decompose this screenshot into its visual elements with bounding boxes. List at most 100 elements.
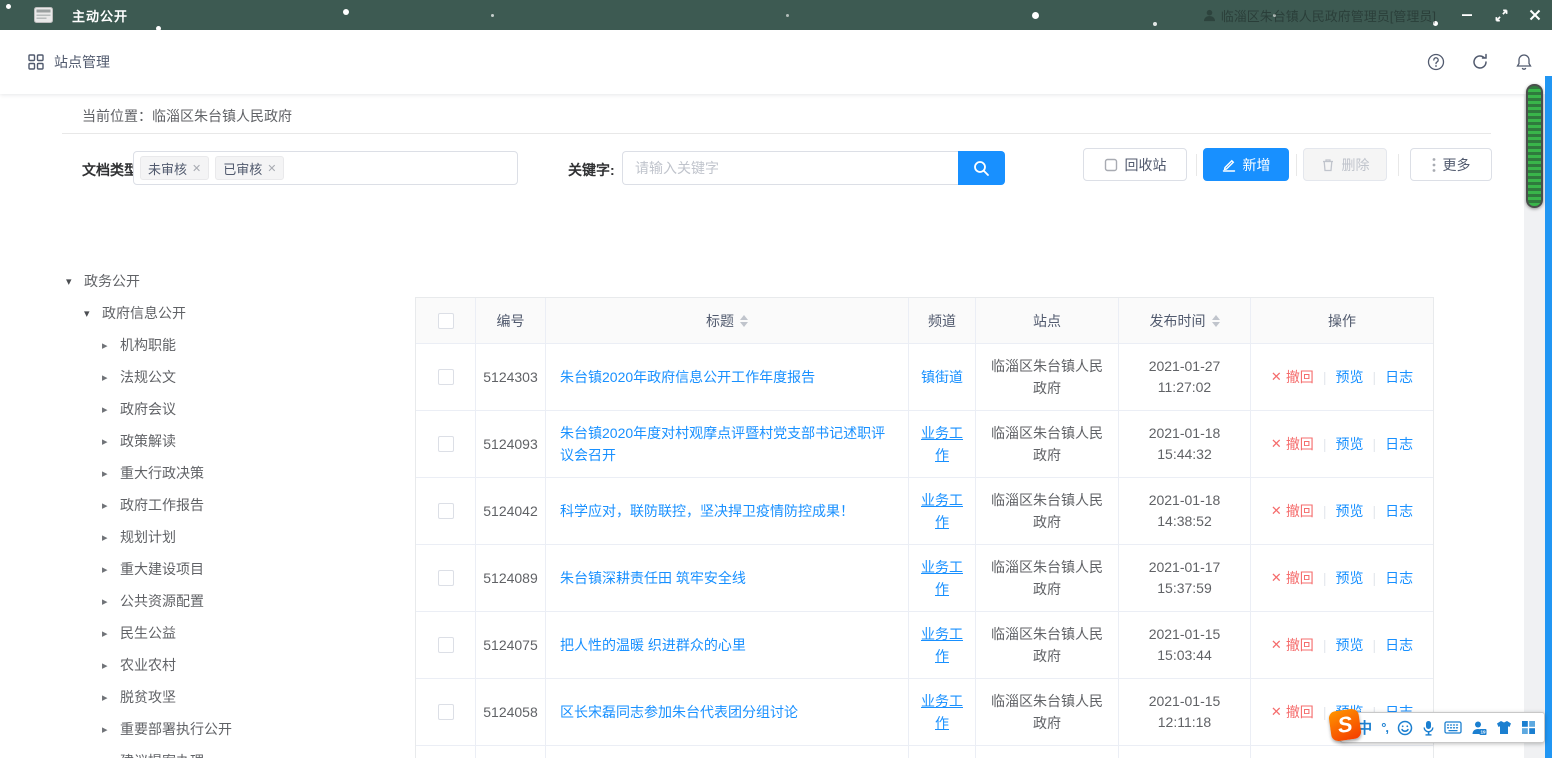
row-checkbox[interactable] — [438, 570, 454, 586]
doc-title-link[interactable]: 朱台镇2020年度对村观摩点评暨村党支部书记述职评议会召开 — [560, 422, 898, 466]
preview-link[interactable]: 预览 — [1335, 567, 1363, 589]
tree-expand-arrow-icon[interactable]: ▸ — [102, 499, 118, 512]
row-checkbox[interactable] — [438, 503, 454, 519]
sort-title-icon[interactable] — [740, 315, 748, 327]
ime-voice-icon[interactable] — [1422, 720, 1435, 736]
row-checkbox[interactable] — [438, 637, 454, 653]
tree-item[interactable]: ▸ 政府会议 — [60, 393, 410, 425]
tree-item[interactable]: ▸ 规划计划 — [60, 521, 410, 553]
delete-label: 删除 — [1342, 155, 1370, 175]
row-checkbox[interactable] — [438, 436, 454, 452]
log-link[interactable]: 日志 — [1385, 634, 1413, 656]
preview-link[interactable]: 预览 — [1335, 500, 1363, 522]
delete-button[interactable]: 删除 — [1303, 148, 1387, 181]
doc-channel-link[interactable]: 业务工作 — [919, 556, 965, 600]
preview-link[interactable]: 预览 — [1335, 634, 1363, 656]
minimize-button[interactable] — [1450, 0, 1484, 30]
log-link[interactable]: 日志 — [1385, 500, 1413, 522]
search-button[interactable] — [958, 151, 1005, 185]
tree-item[interactable]: ▸ 民生公益 — [60, 617, 410, 649]
tree-expand-arrow-icon[interactable]: ▸ — [102, 659, 118, 672]
tree-expand-arrow-icon[interactable]: ▾ — [84, 307, 100, 320]
sort-publish-time-icon[interactable] — [1212, 315, 1220, 327]
log-link[interactable]: 日志 — [1385, 433, 1413, 455]
doc-title-link[interactable]: 朱台镇2020年政府信息公开工作年度报告 — [560, 366, 815, 388]
remove-tag-icon[interactable]: ✕ — [192, 162, 201, 175]
tree-expand-arrow-icon[interactable]: ▸ — [102, 755, 118, 758]
ime-keyboard-icon[interactable] — [1444, 721, 1462, 734]
tree-item[interactable]: ▸ 政府工作报告 — [60, 489, 410, 521]
doc-type-multiselect[interactable]: 未审核 ✕ 已审核 ✕ — [133, 151, 518, 185]
row-checkbox[interactable] — [438, 369, 454, 385]
preview-link[interactable]: 预览 — [1335, 433, 1363, 455]
withdraw-button[interactable]: ✕ 撤回 — [1271, 500, 1314, 522]
doc-title-link[interactable]: 科学应对，联防联控，坚决捍卫疫情防控成果！ — [560, 500, 854, 522]
logged-in-user: 临淄区朱台镇人民政府管理员[管理员] — [1203, 6, 1436, 25]
doc-title-link[interactable]: 把人性的温暖 织进群众的心里 — [560, 634, 746, 656]
ime-punctuation[interactable]: °, — [1381, 720, 1388, 735]
doc-channel-link[interactable]: 业务工作 — [919, 690, 965, 734]
more-button[interactable]: 更多 — [1410, 148, 1492, 181]
doc-channel-link[interactable]: 业务工作 — [919, 422, 965, 466]
tree-expand-arrow-icon[interactable]: ▸ — [102, 339, 118, 352]
refresh-icon[interactable] — [1470, 52, 1490, 72]
scrollbar-thumb[interactable] — [1526, 84, 1543, 208]
withdraw-button[interactable]: ✕ 撤回 — [1271, 634, 1314, 656]
doc-channel-link[interactable]: 业务工作 — [919, 623, 965, 667]
tree-item[interactable]: ▾ 政府信息公开 — [60, 297, 410, 329]
maximize-button[interactable] — [1484, 0, 1518, 30]
sogou-ime-logo[interactable]: S — [1328, 705, 1362, 745]
tree-expand-arrow-icon[interactable]: ▸ — [102, 723, 118, 736]
tree-expand-arrow-icon[interactable]: ▸ — [102, 563, 118, 576]
add-button[interactable]: 新增 — [1203, 148, 1289, 181]
withdraw-button[interactable]: ✕ 撤回 — [1271, 567, 1314, 589]
tree-expand-arrow-icon[interactable]: ▸ — [102, 435, 118, 448]
ime-emoji-icon[interactable] — [1397, 720, 1413, 736]
tree-expand-arrow-icon[interactable]: ▸ — [102, 691, 118, 704]
log-link[interactable]: 日志 — [1385, 366, 1413, 388]
tree-item[interactable]: ▸ 重大建设项目 — [60, 553, 410, 585]
tree-item[interactable]: ▸ 法规公文 — [60, 361, 410, 393]
tree-expand-arrow-icon[interactable]: ▸ — [102, 531, 118, 544]
tree-item[interactable]: ▸ 公共资源配置 — [60, 585, 410, 617]
row-checkbox[interactable] — [438, 704, 454, 720]
help-icon[interactable] — [1426, 52, 1446, 72]
ime-skin-icon[interactable] — [1496, 720, 1512, 735]
withdraw-button[interactable]: ✕ 撤回 — [1271, 366, 1314, 388]
tree-item[interactable]: ▸ 脱贫攻坚 — [60, 681, 410, 713]
tree-expand-arrow-icon[interactable]: ▾ — [66, 275, 82, 288]
tree-item[interactable]: ▸ 建议提案办理 — [60, 745, 410, 758]
ime-account-icon[interactable]: 19 — [1471, 720, 1487, 736]
doc-title-link[interactable]: 朱台镇深耕责任田 筑牢安全线 — [560, 567, 746, 589]
tree-expand-arrow-icon[interactable]: ▸ — [102, 627, 118, 640]
withdraw-button[interactable]: ✕ 撤回 — [1271, 433, 1314, 455]
doc-type-tag-reviewed[interactable]: 已审核 ✕ — [215, 156, 284, 180]
tree-expand-arrow-icon[interactable]: ▸ — [102, 371, 118, 384]
tree-item[interactable]: ▸ 政策解读 — [60, 425, 410, 457]
remove-tag-icon[interactable]: ✕ — [267, 162, 276, 175]
doc-type-tag-unreviewed[interactable]: 未审核 ✕ — [140, 156, 209, 180]
tree-item[interactable]: ▸ 农业农村 — [60, 649, 410, 681]
close-button[interactable] — [1518, 0, 1552, 30]
tree-item[interactable]: ▸ 机构职能 — [60, 329, 410, 361]
table-row: 5124089 朱台镇深耕责任田 筑牢安全线 业务工作 临淄区朱台镇人民政府 2… — [416, 545, 1433, 612]
notifications-bell-icon[interactable] — [1514, 52, 1534, 72]
ime-toolbox-icon[interactable] — [1521, 720, 1536, 735]
preview-link[interactable]: 预览 — [1335, 366, 1363, 388]
select-all-checkbox[interactable] — [438, 313, 454, 329]
tree-expand-arrow-icon[interactable]: ▸ — [102, 403, 118, 416]
tree-item-label: 脱贫攻坚 — [120, 687, 176, 707]
tree-item[interactable]: ▸ 重要部署执行公开 — [60, 713, 410, 745]
withdraw-button[interactable]: ✕ 撤回 — [1271, 701, 1314, 723]
tree-item[interactable]: ▸ 重大行政决策 — [60, 457, 410, 489]
tree-item[interactable]: ▾ 政务公开 — [60, 265, 410, 297]
tree-expand-arrow-icon[interactable]: ▸ — [102, 595, 118, 608]
doc-title-link[interactable]: 区长宋磊同志参加朱台代表团分组讨论 — [560, 701, 798, 723]
keyword-input[interactable] — [622, 151, 958, 185]
recycle-bin-button[interactable]: 回收站 — [1083, 148, 1187, 181]
doc-channel-link[interactable]: 镇街道 — [921, 366, 963, 388]
nav-site-management[interactable]: 站点管理 — [28, 52, 110, 72]
log-link[interactable]: 日志 — [1385, 567, 1413, 589]
doc-channel-link[interactable]: 业务工作 — [919, 489, 965, 533]
tree-expand-arrow-icon[interactable]: ▸ — [102, 467, 118, 480]
